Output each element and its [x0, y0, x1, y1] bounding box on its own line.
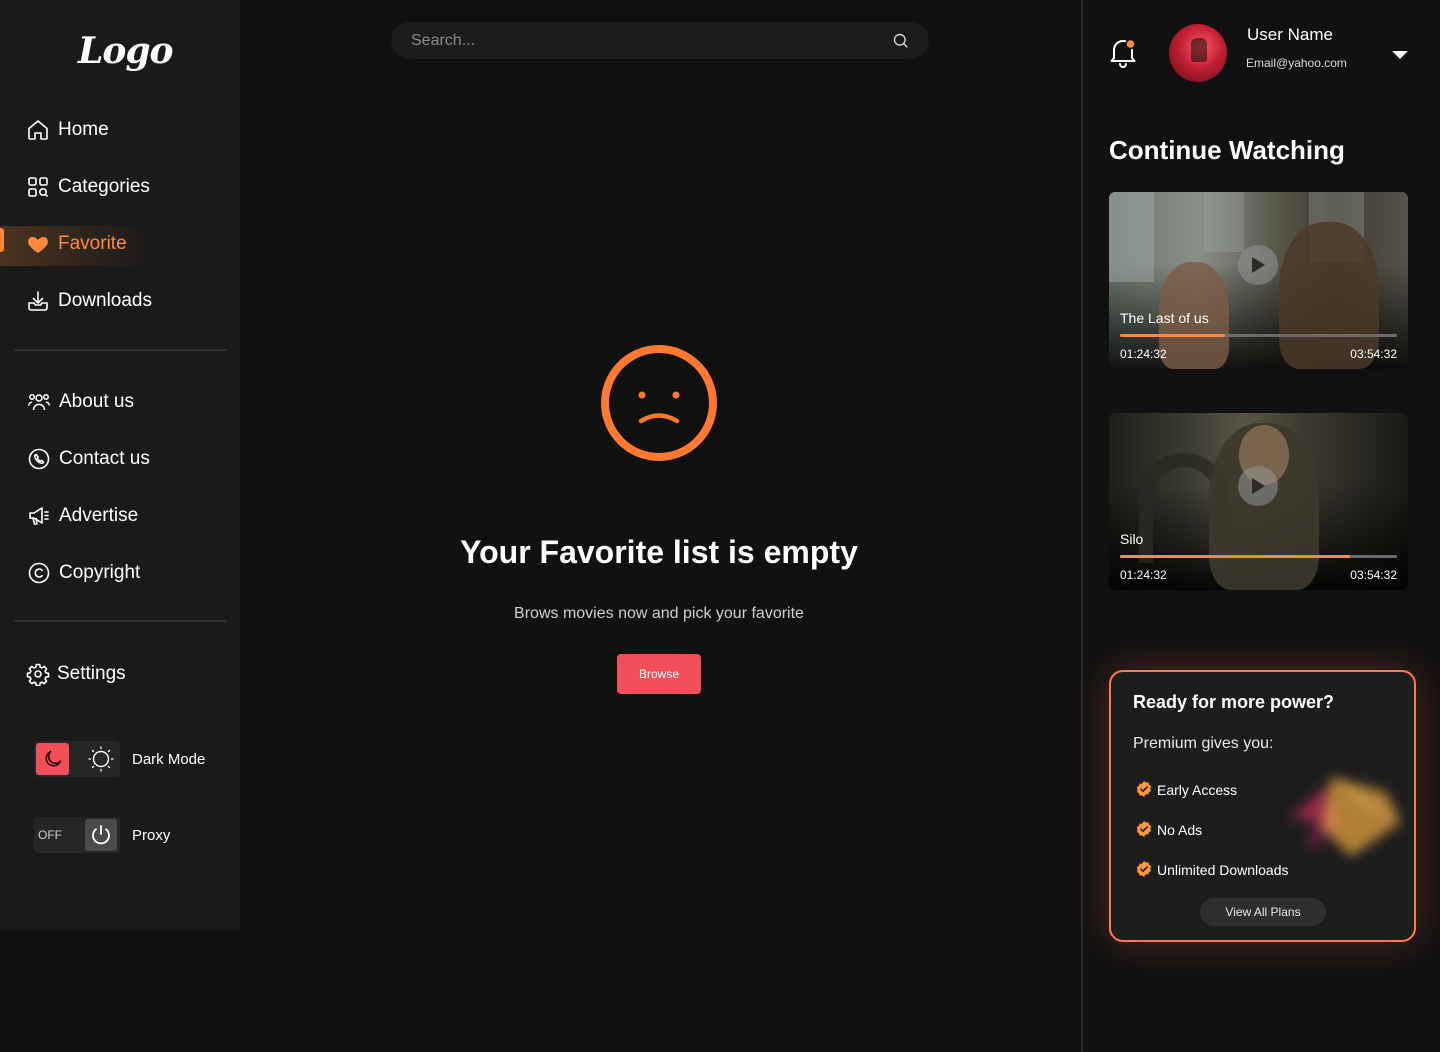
play-icon[interactable]: [1238, 466, 1278, 506]
heart-icon: [26, 232, 50, 256]
copyright-icon: [27, 561, 51, 585]
video-progress-fill: [1120, 555, 1350, 558]
premium-title: Ready for more power?: [1133, 692, 1335, 712]
video-progress-track[interactable]: [1120, 555, 1397, 558]
continue-watching-title: Continue Watching: [1109, 135, 1345, 165]
logo[interactable]: Logo: [78, 30, 174, 72]
sidebar-item-label: Advertise: [59, 505, 139, 526]
dark-mode-toggle[interactable]: [34, 741, 120, 777]
sun-icon[interactable]: [84, 743, 117, 775]
empty-state-title: Your Favorite list is empty: [460, 534, 858, 570]
play-icon[interactable]: [1238, 245, 1278, 285]
empty-state-subtitle: Brows movies now and pick your favorite: [514, 605, 804, 622]
dark-mode-row: Dark Mode: [34, 741, 234, 777]
sidebar-item-label: Settings: [57, 663, 126, 684]
search-input[interactable]: [411, 30, 881, 52]
sidebar-item-contact-us[interactable]: Contact us: [0, 439, 240, 479]
proxy-row: OFF Proxy: [34, 817, 234, 853]
proxy-state-label: OFF: [38, 828, 62, 842]
premium-feature-label: Unlimited Downloads: [1157, 862, 1289, 878]
premium-subtitle: Premium gives you:: [1133, 735, 1274, 752]
sidebar: Logo Home Categories Favorite Downloads: [0, 0, 240, 930]
sidebar-item-home[interactable]: Home: [0, 110, 240, 150]
video-duration: 03:54:32: [1350, 568, 1397, 582]
video-card-silo[interactable]: Silo 01:24:32 03:54:32: [1109, 413, 1408, 590]
avatar[interactable]: [1169, 24, 1227, 82]
phone-icon: [27, 447, 51, 471]
thumbnail-scenery: [1204, 192, 1244, 252]
premium-card: Ready for more power? Premium gives you:…: [1109, 670, 1416, 942]
sad-face-icon: [600, 343, 718, 468]
moon-icon[interactable]: [36, 743, 69, 775]
sidebar-item-settings[interactable]: Settings: [0, 654, 240, 694]
video-card-the-last-of-us[interactable]: The Last of us 01:24:32 03:54:32: [1109, 192, 1408, 369]
bell-icon[interactable]: [1109, 36, 1137, 73]
power-icon[interactable]: [85, 819, 117, 851]
sidebar-divider: [14, 620, 227, 622]
video-title: The Last of us: [1120, 310, 1209, 326]
sidebar-item-label: Downloads: [58, 290, 152, 311]
megaphone-icon: [27, 504, 51, 528]
video-progress-track[interactable]: [1120, 334, 1397, 337]
verified-check-icon: [1135, 820, 1153, 841]
video-duration: 03:54:32: [1350, 347, 1397, 361]
view-all-plans-button[interactable]: View All Plans: [1200, 898, 1326, 926]
browse-button[interactable]: Browse: [617, 654, 701, 694]
gem-illustration: [1271, 767, 1411, 867]
sidebar-item-label: Contact us: [59, 448, 150, 469]
sidebar-item-label: Categories: [58, 176, 150, 197]
verified-check-icon: [1135, 860, 1153, 881]
search-icon[interactable]: [892, 32, 909, 54]
users-icon: [27, 390, 51, 414]
active-indicator: [0, 228, 4, 252]
sidebar-item-about-us[interactable]: About us: [0, 382, 240, 422]
thumbnail-scenery: [1109, 192, 1154, 282]
sidebar-divider: [14, 349, 227, 351]
sidebar-item-favorite[interactable]: Favorite: [0, 226, 240, 266]
proxy-toggle[interactable]: OFF: [34, 817, 120, 853]
home-icon: [26, 118, 50, 142]
chevron-down-icon[interactable]: [1392, 47, 1408, 65]
video-progress-fill: [1120, 334, 1226, 337]
proxy-label: Proxy: [132, 827, 171, 844]
premium-feature-label: No Ads: [1157, 822, 1203, 838]
sidebar-item-categories[interactable]: Categories: [0, 167, 240, 207]
verified-check-icon: [1135, 780, 1153, 801]
categories-icon: [26, 175, 50, 199]
sidebar-item-label: Home: [58, 119, 109, 140]
sidebar-item-label: About us: [59, 391, 134, 412]
user-name: User Name: [1247, 25, 1333, 44]
dark-mode-label: Dark Mode: [132, 751, 206, 768]
download-icon: [26, 289, 50, 313]
gear-icon: [26, 662, 50, 686]
sidebar-item-label: Favorite: [58, 233, 127, 254]
premium-feature-label: Early Access: [1157, 782, 1238, 798]
video-current-time: 01:24:32: [1120, 568, 1167, 582]
user-email: Email@yahoo.com: [1246, 56, 1347, 70]
panel-divider: [1081, 0, 1083, 1052]
video-current-time: 01:24:32: [1120, 347, 1167, 361]
sidebar-item-advertise[interactable]: Advertise: [0, 496, 240, 536]
sidebar-item-copyright[interactable]: Copyright: [0, 553, 240, 593]
video-title: Silo: [1120, 531, 1144, 547]
notification-dot: [1125, 38, 1136, 50]
sidebar-item-label: Copyright: [59, 562, 141, 583]
sidebar-item-downloads[interactable]: Downloads: [0, 281, 240, 321]
search-bar: [391, 22, 929, 59]
